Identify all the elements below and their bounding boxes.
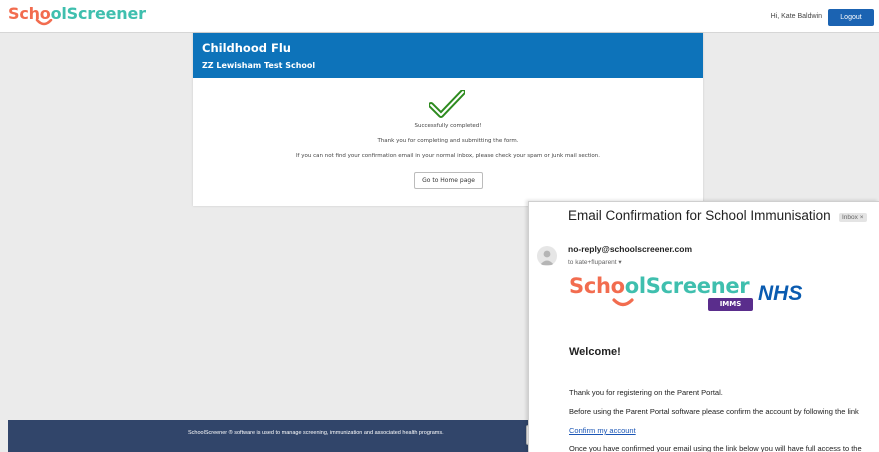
email-preview: Email Confirmation for School Immunisati… — [528, 201, 879, 452]
recipient-line[interactable]: to kate+fluparent ▾ — [568, 258, 622, 266]
confirm-account-link[interactable]: Confirm my account — [569, 426, 636, 435]
avatar — [537, 246, 557, 266]
inbox-label[interactable]: Inbox × — [839, 213, 867, 222]
footer-text: SchoolScreener ® software is used to man… — [188, 430, 444, 436]
brand-text-part1: Scho — [569, 274, 625, 298]
email-line-2: Before using the Parent Portal software … — [569, 407, 859, 416]
smile-icon — [35, 19, 53, 26]
email-brand-logo: SchoolScreener — [569, 274, 750, 298]
email-subject: Email Confirmation for School Immunisati… — [568, 208, 831, 223]
imms-badge: IMMS — [708, 298, 753, 311]
spam-notice: If you can not find your confirmation em… — [295, 153, 601, 159]
programme-title: Childhood Flu — [202, 41, 291, 55]
check-icon — [429, 90, 465, 118]
success-message: Successfully completed! — [414, 123, 482, 129]
brand-text-part2: ol — [624, 274, 646, 298]
logout-button[interactable]: Logout — [828, 9, 874, 26]
logo-text-part2: ol — [50, 4, 67, 23]
email-line-1: Thank you for registering on the Parent … — [569, 388, 723, 397]
schoolscreener-logo[interactable]: SchoolScreener — [8, 5, 146, 23]
thanks-message: Thank you for completing and submitting … — [377, 138, 519, 144]
confirmation-card: Childhood Flu ZZ Lewisham Test School Su… — [193, 33, 703, 206]
go-home-button[interactable]: Go to Home page — [414, 172, 483, 189]
brand-text-part3: Screener — [645, 274, 750, 298]
person-icon — [540, 250, 554, 265]
school-name: ZZ Lewisham Test School — [202, 61, 316, 70]
card-header: Childhood Flu ZZ Lewisham Test School — [193, 33, 703, 78]
top-bar: SchoolScreener Hi, Kate Baldwin Logout — [0, 0, 879, 33]
email-line-3: Once you have confirmed your email using… — [569, 444, 862, 452]
logo-text-part3: Screener — [66, 4, 146, 23]
sender-address: no-reply@schoolscreener.com — [568, 244, 693, 254]
welcome-heading: Welcome! — [569, 346, 621, 358]
smile-icon — [612, 298, 634, 307]
user-greeting: Hi, Kate Baldwin — [770, 13, 822, 20]
nhs-logo: NHS — [758, 282, 803, 305]
